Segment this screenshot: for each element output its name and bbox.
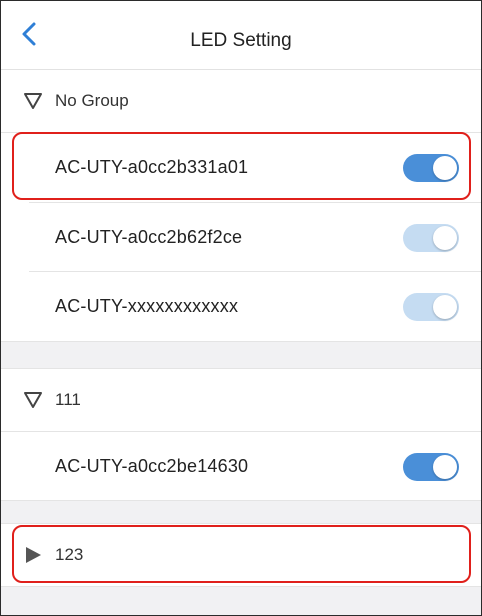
- group-name: 123: [55, 545, 84, 564]
- page-title: LED Setting: [190, 30, 292, 51]
- device-row[interactable]: AC-UTY-a0cc2b62f2ce: [1, 203, 481, 271]
- toggle-knob: [433, 226, 457, 250]
- device-name: AC-UTY-a0cc2b62f2ce: [55, 227, 243, 247]
- device-name: AC-UTY-xxxxxxxxxxxx: [55, 296, 239, 316]
- triangle-down-outline-icon: [24, 392, 42, 408]
- section-gap: [1, 342, 481, 368]
- group-header-111[interactable]: 111: [1, 369, 481, 431]
- toggle-knob: [433, 156, 457, 180]
- back-button[interactable]: [15, 19, 45, 49]
- led-toggle[interactable]: [403, 453, 459, 481]
- group-name: No Group: [55, 91, 129, 110]
- group-name: 111: [55, 390, 81, 409]
- group-header-123[interactable]: 123: [1, 524, 481, 586]
- triangle-right-filled-icon: [26, 547, 41, 563]
- device-row[interactable]: AC-UTY-xxxxxxxxxxxx: [1, 272, 481, 340]
- toggle-knob: [433, 295, 457, 319]
- triangle-down-outline-icon: [24, 93, 42, 109]
- app-frame: LED Setting No Group AC-UTY-a0cc2b331a01…: [0, 0, 482, 616]
- chevron-left-icon[interactable]: [15, 19, 45, 49]
- device-row[interactable]: AC-UTY-a0cc2be14630: [1, 432, 481, 500]
- group-header-no-group[interactable]: No Group: [1, 70, 481, 132]
- led-toggle-disabled[interactable]: [403, 293, 459, 321]
- nav-header: LED Setting: [1, 1, 481, 70]
- device-row[interactable]: AC-UTY-a0cc2b331a01: [1, 133, 481, 201]
- section-gap: [1, 587, 481, 615]
- device-name: AC-UTY-a0cc2be14630: [55, 456, 249, 476]
- device-name: AC-UTY-a0cc2b331a01: [55, 157, 249, 177]
- section-gap: [1, 501, 481, 523]
- toggle-knob: [433, 455, 457, 479]
- led-toggle[interactable]: [403, 154, 459, 182]
- led-toggle-disabled[interactable]: [403, 224, 459, 252]
